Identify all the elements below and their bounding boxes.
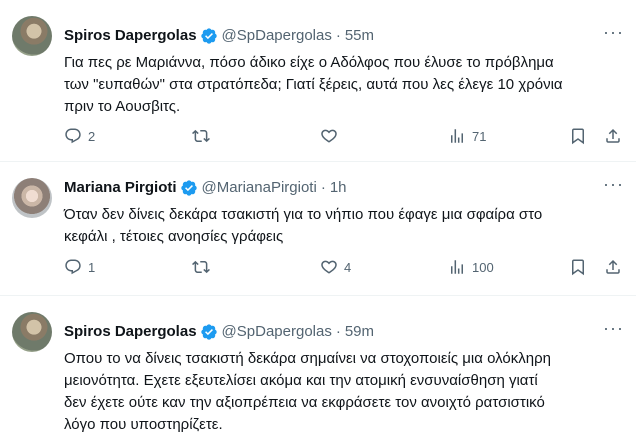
share-icon (606, 259, 620, 274)
separator-dot: · (320, 179, 326, 196)
more-icon[interactable]: ··· (603, 174, 624, 195)
user-handle[interactable]: @MarianaPirgioti (202, 178, 317, 198)
reply-icon (65, 259, 81, 275)
views-icon (451, 260, 463, 274)
tweet-text: Για πες ρε Μαριάννα, πόσο άδικο είχε ο Α… (64, 54, 563, 115)
tweet-header: Spiros Dapergolas @SpDapergolas · 55m (64, 26, 374, 46)
reply-count: 2 (88, 128, 96, 144)
share-button[interactable] (604, 127, 628, 145)
user-name[interactable]: Spiros Dapergolas (64, 26, 197, 46)
user-handle[interactable]: @SpDapergolas (222, 26, 332, 46)
reply-count: 1 (88, 259, 96, 275)
tweet-header: Mariana Pirgioti @MarianaPirgioti · 1h (64, 178, 347, 198)
reply-button[interactable]: 1 (64, 258, 95, 276)
share-icon (606, 128, 620, 143)
verified-badge-icon (200, 324, 217, 340)
user-name[interactable]: Spiros Dapergolas (64, 322, 197, 342)
user-name[interactable]: Mariana Pirgioti (64, 178, 177, 198)
more-icon[interactable]: ··· (603, 22, 624, 43)
views-button[interactable]: 100 (448, 258, 494, 276)
action-bar: 1 4 100 (64, 258, 636, 278)
views-button[interactable]: 71 (448, 127, 486, 145)
separator-dot: · (335, 27, 341, 44)
view-count: 100 (472, 259, 494, 275)
tweet[interactable]: Spiros Dapergolas @SpDapergolas · 59m ··… (0, 296, 636, 433)
retweet-icon (192, 129, 210, 143)
verified-badge-icon (200, 28, 217, 44)
more-icon[interactable]: ··· (603, 318, 624, 339)
avatar[interactable] (12, 312, 52, 352)
bookmark-button[interactable] (569, 127, 593, 145)
timestamp[interactable]: 1h (330, 178, 347, 198)
like-icon (321, 129, 337, 143)
bookmark-icon (572, 128, 584, 145)
tweet-text: Όταν δεν δίνεις δεκάρα τσακιστή για το ν… (64, 206, 543, 245)
tweet[interactable]: Mariana Pirgioti @MarianaPirgioti · 1h ·… (0, 162, 636, 296)
timestamp[interactable]: 55m (345, 26, 374, 46)
timestamp[interactable]: 59m (345, 322, 374, 342)
tweet-header: Spiros Dapergolas @SpDapergolas · 59m (64, 322, 374, 342)
verified-badge-icon (180, 180, 197, 196)
views-icon (451, 129, 463, 143)
user-handle[interactable]: @SpDapergolas (222, 322, 332, 342)
retweet-button[interactable] (192, 127, 216, 145)
separator-dot: · (335, 323, 341, 340)
reply-icon (65, 128, 81, 144)
bookmark-button[interactable] (569, 258, 593, 276)
action-bar: 2 71 (64, 127, 636, 147)
view-count: 71 (472, 128, 487, 144)
like-count: 4 (344, 259, 352, 275)
bookmark-icon (572, 259, 584, 276)
like-icon (321, 260, 337, 274)
reply-button[interactable]: 2 (64, 127, 95, 145)
tweet-text: Οπου το να δίνεις τσακιστή δεκάρα σημαίν… (64, 350, 551, 433)
like-button[interactable] (320, 127, 344, 145)
tweet[interactable]: Spiros Dapergolas @SpDapergolas · 55m ··… (0, 0, 636, 162)
retweet-button[interactable] (192, 258, 216, 276)
share-button[interactable] (604, 258, 628, 276)
retweet-icon (192, 260, 210, 274)
avatar[interactable] (12, 16, 52, 56)
avatar[interactable] (12, 178, 52, 218)
like-button[interactable]: 4 (320, 258, 351, 276)
